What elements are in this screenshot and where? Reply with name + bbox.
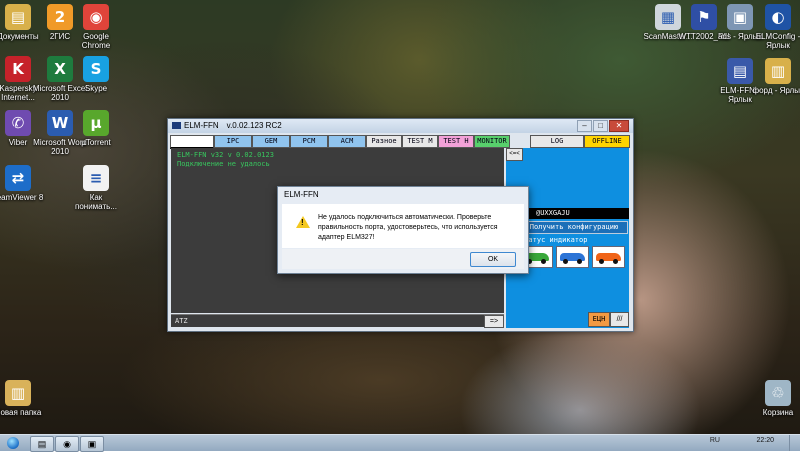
windows-orb-icon (7, 437, 19, 449)
window-version: v.0.02.123 RC2 (226, 121, 282, 130)
language-indicator[interactable]: RU (710, 437, 720, 444)
desktop-icon[interactable]: µ µTorrent (68, 110, 124, 147)
desktop-icon-label: Google Chrome (81, 32, 111, 50)
desktop-icon[interactable]: ≡ Как понимать... (68, 165, 124, 211)
kaspersky-icon: K (5, 56, 31, 82)
tab[interactable]: IPC (214, 135, 252, 148)
desktop-icon[interactable]: ◉ Google Chrome (68, 4, 124, 50)
tab[interactable] (170, 135, 214, 149)
console-line: Подключение не удалось (177, 160, 270, 168)
command-input[interactable] (171, 315, 487, 326)
dialog-body: ! Не удалось подключиться автоматически.… (282, 204, 524, 248)
chrome-icon: ◉ (83, 4, 109, 30)
ok-button[interactable]: OK (470, 252, 516, 267)
tab[interactable]: LOG (530, 135, 584, 148)
desktop-icon-label: Новая папка (0, 408, 42, 417)
console-line: ELM-FFN v32 v 0.02.0123 (177, 151, 274, 159)
clock[interactable]: 22:20 (756, 437, 774, 444)
send-button[interactable]: => (484, 315, 504, 328)
new-folder-icon: ▥ (5, 380, 31, 406)
dialog-footer: OK (282, 249, 524, 269)
teamviewer-icon: ⇄ (5, 165, 31, 191)
show-desktop-button[interactable] (789, 435, 800, 451)
get-config-button[interactable]: Получить конфигурацию (520, 221, 628, 234)
warning-icon: ! (296, 216, 310, 228)
window-titlebar[interactable]: ELM-FFN v.0.02.123 RC2 – □ ✕ (168, 119, 633, 133)
desktop-icon[interactable]: S Skype (68, 56, 124, 93)
recycle-bin-icon: ♲ (765, 380, 791, 406)
elmconfig-icon: ◐ (765, 4, 791, 30)
folder-icon: ▤ (5, 4, 31, 30)
desktop-icon-label: TeamViewer 8 (0, 193, 44, 202)
dialog-title: ELM-FFN (284, 190, 319, 199)
window-title: ELM-FFN (184, 121, 219, 130)
start-button[interactable] (4, 435, 22, 451)
tab[interactable]: GEM (252, 135, 290, 148)
command-row: => (171, 314, 504, 328)
error-dialog: ELM-FFN ! Не удалось подключиться автома… (277, 186, 529, 274)
tab-bar: IPC GEM PCM ACM Разное TEST M TEST H MONITOR LOG… (170, 135, 630, 149)
tab[interactable]: PCM (290, 135, 328, 148)
back-button[interactable]: <=< (506, 148, 523, 161)
desktop-icon[interactable]: ▥ форд - Ярлык (750, 58, 800, 95)
blue-car-icon[interactable] (556, 246, 589, 268)
skype-icon: S (83, 56, 109, 82)
tab[interactable]: ACM (328, 135, 366, 148)
desktop-icon[interactable]: ▥ Новая папка (0, 380, 46, 417)
desktop-icon[interactable]: ◐ ELMConfig - Ярлык (750, 4, 800, 50)
ford-folder-icon: ▥ (765, 58, 791, 84)
options-button[interactable]: /// (610, 312, 629, 327)
tab[interactable]: Разное (366, 135, 402, 148)
minimize-button[interactable]: – (577, 120, 592, 132)
dialog-message: Не удалось подключиться автоматически. П… (318, 214, 498, 241)
orange-car-icon[interactable] (592, 246, 625, 268)
desktop: ▤ Документы 2 2ГИС ◉ Google Chrome K Kaspersky … (0, 0, 800, 434)
desktop-icon-label: Skype (84, 84, 108, 93)
tab[interactable]: OFFLINE (584, 135, 630, 148)
close-button[interactable]: ✕ (609, 120, 629, 132)
document-icon: ≡ (83, 165, 109, 191)
taskbar: ▤ ◉ ▣ RU 22:20 (0, 434, 800, 452)
desktop-icon[interactable]: ♲ Корзина (750, 380, 800, 417)
desktop-icon-label: Корзина (762, 408, 794, 417)
desktop-icon[interactable]: ⇄ TeamViewer 8 (0, 165, 46, 202)
desktop-icon-label: µTorrent (81, 138, 111, 147)
maximize-button[interactable]: □ (593, 120, 608, 132)
utorrent-icon: µ (83, 110, 109, 136)
app-icon (172, 122, 181, 130)
tab[interactable]: TEST M (402, 135, 438, 148)
desktop-icon-label: форд - Ярлык (752, 86, 800, 95)
tab[interactable]: MONITOR (474, 135, 510, 148)
desktop-icon-label: ELMConfig - Ярлык (755, 32, 800, 50)
status-indicator-label: Статус индикатор (520, 236, 588, 244)
desktop-icon-label: Как понимать... (75, 193, 117, 211)
tab[interactable]: TEST H (438, 135, 474, 148)
ecu-button[interactable]: ЕЦН (588, 312, 610, 327)
viber-icon: ✆ (5, 110, 31, 136)
